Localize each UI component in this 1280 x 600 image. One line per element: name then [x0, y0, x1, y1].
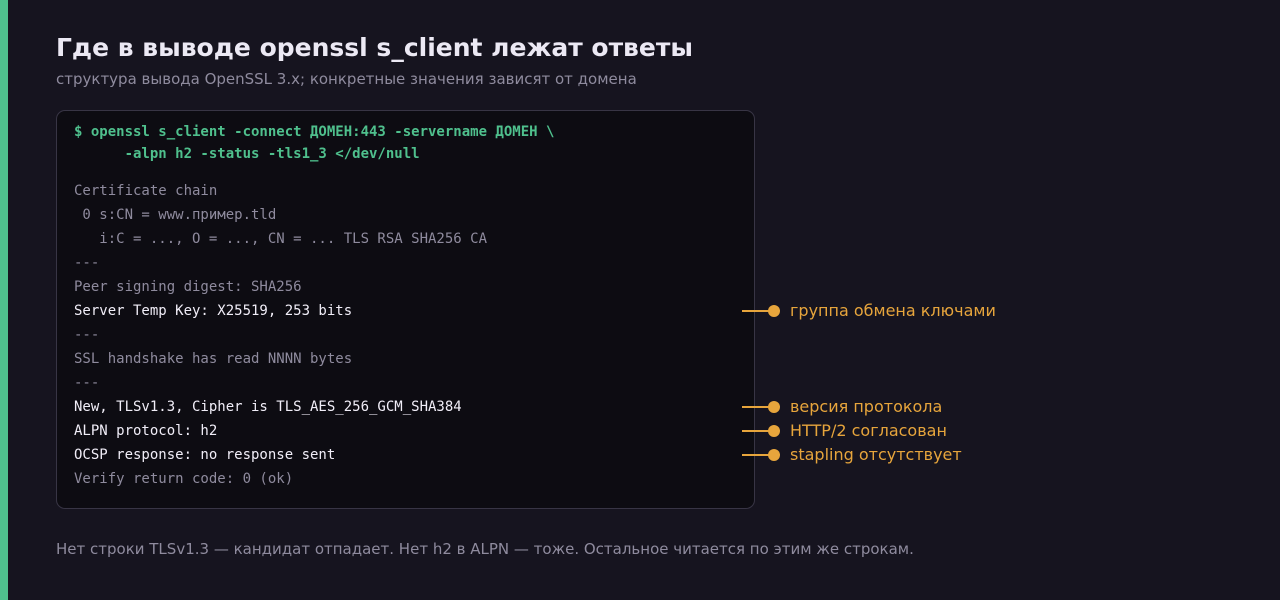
annotation-label: HTTP/2 согласован: [790, 421, 947, 440]
annotation-dot-icon: [768, 401, 780, 413]
output-line: Peer signing digest: SHA256: [74, 279, 302, 295]
output-line: Certificate chain: [74, 183, 218, 199]
output-line: ---: [74, 327, 100, 343]
output-line: i:C = ..., O = ..., CN = ... TLS RSA SHA…: [74, 231, 488, 247]
command-line-2: -alpn h2 -status -tls1_3 </dev/null: [74, 146, 420, 162]
footer-note: Нет строки TLSv1.3 — кандидат отпадает. …: [56, 540, 914, 558]
annotation-dot-icon: [768, 305, 780, 317]
output-line: Server Temp Key: X25519, 253 bits: [74, 303, 353, 319]
page-title: Где в выводе openssl s_client лежат отве…: [56, 33, 693, 62]
accent-bar: [0, 0, 8, 600]
output-line: ---: [74, 375, 100, 391]
output-line: 0 s:CN = www.пример.tld: [74, 207, 277, 223]
output-line: Verify return code: 0 (ok): [74, 471, 294, 487]
output-line: New, TLSv1.3, Cipher is TLS_AES_256_GCM_…: [74, 399, 462, 415]
output-line: ALPN protocol: h2: [74, 423, 218, 439]
output-line: SSL handshake has read NNNN bytes: [74, 351, 353, 367]
page-subtitle: структура вывода OpenSSL 3.x; конкретные…: [56, 70, 637, 88]
annotation-label: группа обмена ключами: [790, 301, 996, 320]
command-line-1: $ openssl s_client -connect ДОМЕН:443 -s…: [74, 124, 555, 140]
annotation-label: stapling отсутствует: [790, 445, 962, 464]
annotation-dot-icon: [768, 425, 780, 437]
output-line: ---: [74, 255, 100, 271]
output-line: OCSP response: no response sent: [74, 447, 336, 463]
annotation-label: версия протокола: [790, 397, 943, 416]
annotation-dot-icon: [768, 449, 780, 461]
